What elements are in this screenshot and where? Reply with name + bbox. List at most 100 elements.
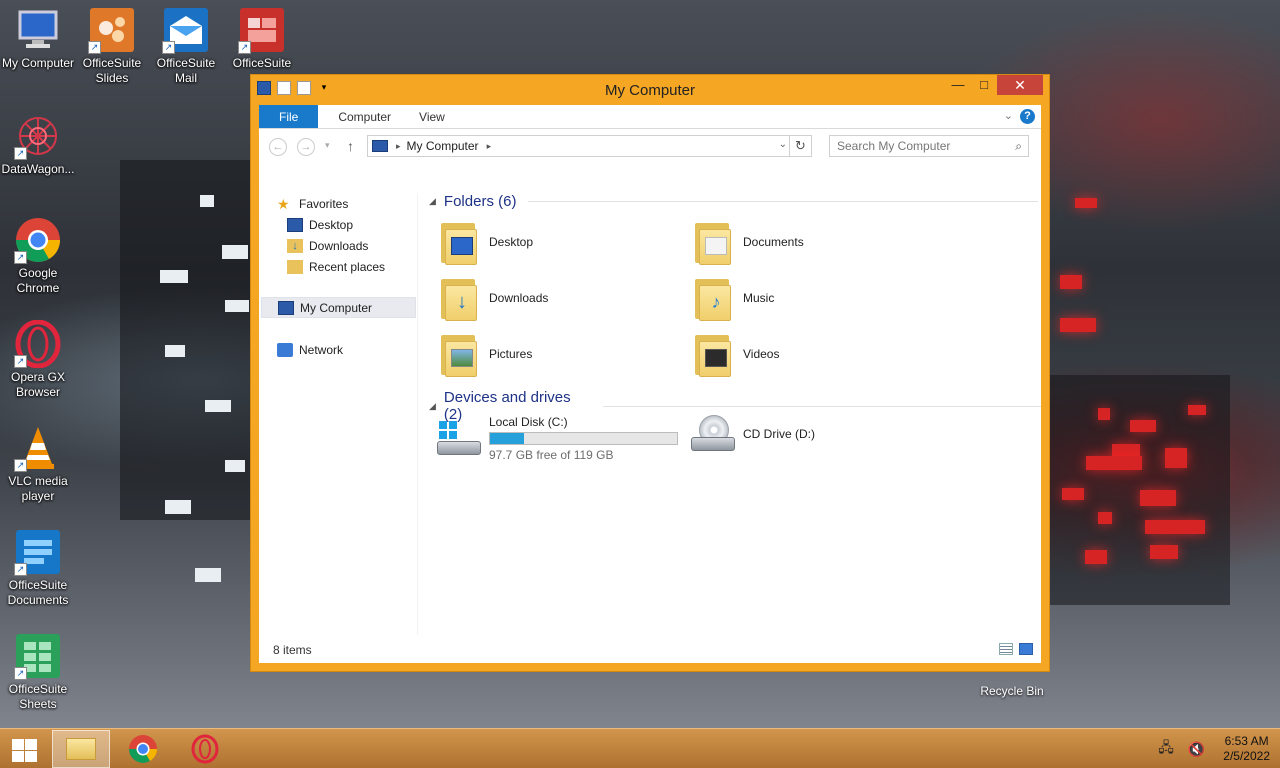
drive-local-disk[interactable]: Local Disk (C:) 97.7 GB free of 119 GB [435,415,678,462]
folder-item[interactable]: Pictures [439,331,532,377]
desktop-icon-officesuite-mail[interactable]: ↗ OfficeSuite Mail [148,6,224,86]
folder-item[interactable]: ♪ Music [693,275,774,321]
minimize-button[interactable]: — [945,75,971,95]
address-dropdown-icon[interactable]: ⌄ [779,139,787,150]
folder-item[interactable]: Videos [693,331,779,377]
close-button[interactable]: ✕ [997,75,1043,95]
desktop-icon-label: My Computer [1,56,75,70]
drive-cd[interactable]: CD Drive (D:) [689,415,815,455]
computer-icon [278,300,294,315]
nav-my-computer[interactable]: My Computer [261,297,416,318]
desktop-icon-label: OfficeSuite Slides [82,56,142,85]
shortcut-arrow-icon: ↗ [14,251,27,264]
volume-muted-icon[interactable]: 🔇 [1188,741,1205,758]
breadcrumb-separator-icon[interactable]: ▸ [487,141,492,152]
maximize-button[interactable]: □ [971,75,997,95]
forward-button[interactable]: → [297,138,315,156]
star-icon: ★ [277,195,290,212]
pane-splitter[interactable] [417,193,418,635]
folders-header-label: Folders (6) [443,193,517,210]
window-body: File Computer View ⌄ ? ← → ▾ ↑ ▸ My Comp… [259,105,1041,663]
nav-favorites-label: Favorites [299,196,349,211]
shortcut-arrow-icon: ↗ [88,41,101,54]
desktop-icon-my-computer[interactable]: My Computer [0,6,76,71]
desktop-icon-label: OfficeSuite Sheets [8,682,68,711]
tab-computer[interactable]: Computer [324,105,405,128]
folder-item[interactable]: Desktop [439,219,533,265]
nav-favorites[interactable]: ★ Favorites [277,193,348,214]
desktop-icon-label: OfficeSuite Documents [7,578,69,607]
drive-usage-fill [490,433,524,444]
back-button[interactable]: ← [269,138,287,156]
desktop-icon-officesuite-sheets[interactable]: ↗ OfficeSuite Sheets [0,632,76,712]
breadcrumb-my-computer[interactable]: My Computer [407,139,479,153]
recent-locations-icon[interactable]: ▾ [325,140,330,151]
taskbar: 🖧 🔇 6:53 AM 2/5/2022 [0,728,1280,768]
group-divider [602,405,1041,407]
folder-name: Videos [743,347,780,361]
slides-icon: ↗ [88,6,136,54]
chrome-icon: ↗ [14,216,62,264]
view-switcher [999,643,1033,655]
downloads-folder-icon: ↓ [439,275,479,321]
taskbar-opera-gx[interactable] [176,730,234,768]
address-bar[interactable]: ▸ My Computer ▸ ⌄ ↻ [367,135,812,157]
desktop-icon [287,217,303,232]
nav-network[interactable]: Network [277,339,343,360]
nav-recent-places[interactable]: Recent places [287,256,385,277]
desktop-icon-officesuite-slides[interactable]: ↗ OfficeSuite Slides [74,6,150,86]
nav-downloads[interactable]: ↓ Downloads [287,235,368,256]
help-icon[interactable]: ? [1020,109,1035,124]
up-button[interactable]: ↑ [347,138,354,154]
desktop-icon-datawagon[interactable]: ↗ DataWagon... [0,112,76,177]
taskbar-chrome[interactable] [114,730,172,768]
large-icons-view-icon[interactable] [1019,643,1033,655]
window-title: My Computer [604,82,696,99]
desktop-icon-google-chrome[interactable]: ↗ Google Chrome [0,216,76,296]
refresh-button[interactable]: ↻ [789,136,811,156]
computer-icon [14,6,62,54]
vlc-icon: ↗ [14,424,62,472]
folder-item[interactable]: Documents [693,219,804,265]
hard-drive-icon [435,419,483,459]
folder-name: Pictures [489,347,533,361]
officesuite-icon: ↗ [238,6,286,54]
taskbar-file-explorer[interactable] [52,730,110,768]
address-computer-icon [372,140,388,152]
nav-desktop-label: Desktop [309,217,354,232]
ribbon-tabs: File Computer View ⌄ ? [259,105,1041,129]
desktop-icon-recycle-bin[interactable]: Recycle Bin [974,684,1050,698]
pictures-folder-icon [439,331,479,377]
documents-icon: ↗ [14,528,62,576]
tab-view[interactable]: View [405,105,459,128]
navigation-bar: ← → ▾ ↑ ▸ My Computer ▸ ⌄ ↻ Search My Co… [259,129,1041,165]
drive-usage-bar [489,432,678,445]
network-icon[interactable]: 🖧 [1158,737,1174,761]
group-divider [528,201,1039,202]
opera-icon [191,734,219,764]
desktop-icon-label: Opera GX Browser [10,370,66,399]
expand-ribbon-icon[interactable]: ⌄ [1004,109,1013,122]
desktop-icon-officesuite-documents[interactable]: ↗ OfficeSuite Documents [0,528,76,608]
folder-item[interactable]: ↓ Downloads [439,275,548,321]
desktop-icon-officesuite[interactable]: ↗ OfficeSuite [224,6,300,71]
clock[interactable]: 6:53 AM 2/5/2022 [1223,734,1270,764]
start-button[interactable] [10,738,38,762]
desktop-icon-vlc[interactable]: ↗ VLC media player [0,424,76,504]
tab-file[interactable]: File [259,105,319,128]
search-input[interactable]: Search My Computer ⌕ [829,135,1029,157]
breadcrumb-separator-icon[interactable]: ▸ [396,141,401,152]
folder-name: Documents [743,235,804,249]
desktop-icon-label: OfficeSuite Mail [156,56,216,85]
title-bar[interactable]: ▾ My Computer — □ ✕ [251,75,1049,105]
details-view-icon[interactable] [999,643,1013,655]
desktop-icon-opera-gx[interactable]: ↗ Opera GX Browser [0,319,76,400]
nav-desktop[interactable]: Desktop [287,214,353,235]
shortcut-arrow-icon: ↗ [162,41,175,54]
folders-group-header[interactable]: ◢ Folders (6) [429,193,1039,210]
nav-recent-places-label: Recent places [309,259,386,274]
clock-time: 6:53 AM [1224,734,1269,748]
shortcut-arrow-icon: ↗ [14,459,27,472]
shortcut-arrow-icon: ↗ [14,355,27,368]
datawagon-icon: ↗ [14,112,62,160]
